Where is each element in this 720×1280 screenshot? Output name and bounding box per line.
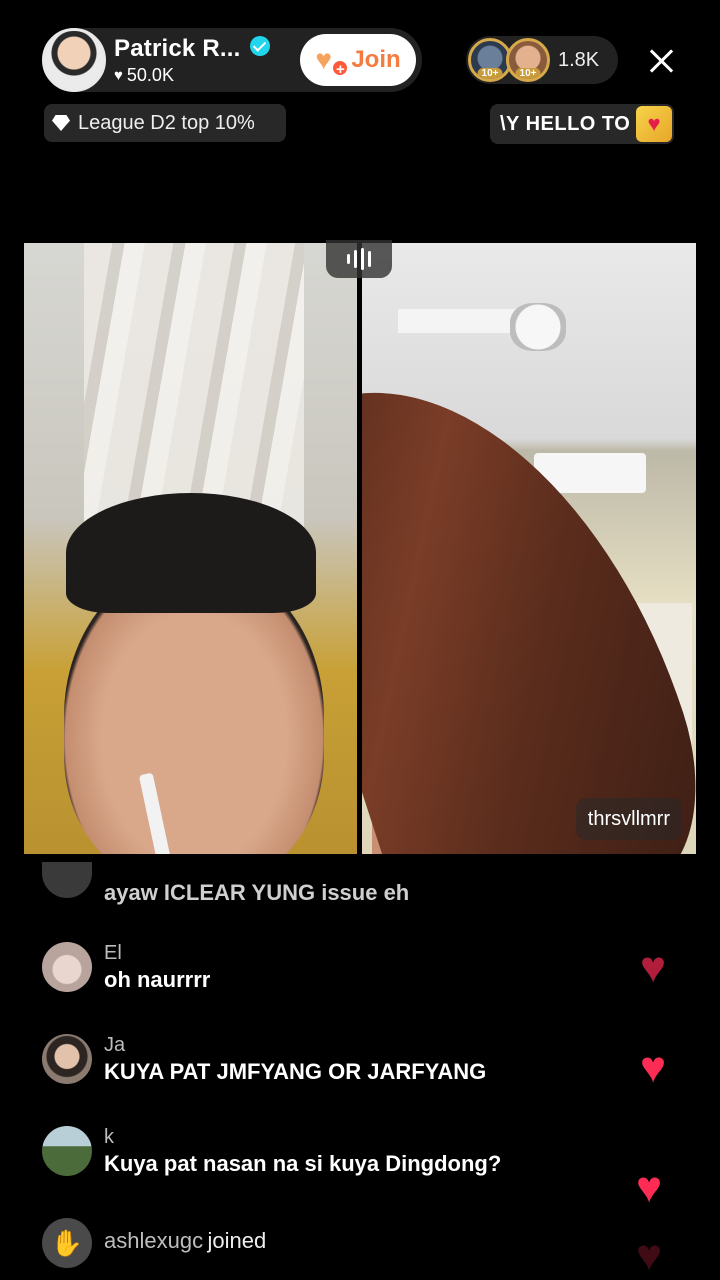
join-button[interactable]: ♥ + Join — [300, 34, 416, 86]
host-likes-count: 50.0K — [126, 64, 174, 85]
viewer-group[interactable]: 10+ 10+ 1.8K — [466, 36, 618, 84]
join-label: Join — [351, 46, 401, 73]
host-info-pill[interactable]: Patrick R... ♥ 50.0K ♥ + Join — [42, 28, 422, 92]
chat-text: Kuya pat nasan na si kuya Dingdong? — [104, 1151, 502, 1176]
heart-icon: ♥ — [114, 66, 123, 84]
viewer-rank-badge: 10+ — [477, 68, 503, 79]
chat-avatar[interactable] — [42, 1034, 92, 1084]
chat-message[interactable]: ayaw ICLEAR YUNG issue eh — [42, 862, 409, 906]
chat-body: Ja KUYA PAT JMFYANG OR JARFYANG — [104, 1034, 486, 1085]
gift-banner-text: \Y HELLO TO ! — [500, 112, 644, 135]
guest-video-panel[interactable]: thrsvllmrr — [362, 243, 696, 854]
chat-avatar[interactable] — [42, 942, 92, 992]
host-avatar[interactable] — [42, 28, 106, 92]
chat-username[interactable]: k — [104, 1126, 501, 1149]
chat-text: ayaw ICLEAR YUNG issue eh — [104, 880, 410, 905]
top-viewer-avatar[interactable]: 10+ — [506, 38, 550, 82]
gift-box-icon: ♥ — [636, 106, 672, 142]
guest-name-tag[interactable]: thrsvllmrr — [575, 798, 682, 840]
chat-text: joined — [207, 1228, 267, 1253]
wave-hand-icon: ✋ — [42, 1218, 92, 1268]
heart-icon[interactable]: ♥ — [640, 1046, 666, 1090]
ceiling-fan — [510, 303, 566, 351]
host-hair — [66, 493, 316, 613]
chat-join-notice[interactable]: ✋ ashlexugc joined — [42, 1218, 266, 1268]
host-video-panel[interactable] — [24, 243, 357, 854]
chat-username[interactable]: Ja — [104, 1034, 486, 1057]
chat-avatar[interactable] — [42, 1126, 92, 1176]
heart-icon[interactable]: ♥ — [636, 1234, 662, 1278]
chat-text: KUYA PAT JMFYANG OR JARFYANG — [104, 1059, 487, 1084]
heart-plus-icon: ♥ + — [315, 46, 350, 78]
chat-feed[interactable]: ayaw ICLEAR YUNG issue eh El oh naurrrr … — [0, 862, 720, 1280]
chat-message[interactable]: k Kuya pat nasan na si kuya Dingdong? — [42, 1126, 501, 1177]
gift-banner[interactable]: \Y HELLO TO ! ♥ — [490, 104, 674, 144]
chat-avatar[interactable] — [42, 862, 92, 898]
chat-message[interactable]: El oh naurrrr — [42, 942, 210, 993]
host-meta: Patrick R... ♥ 50.0K — [114, 34, 271, 86]
heart-icon[interactable]: ♥ — [640, 946, 666, 990]
fan-blade — [398, 309, 528, 333]
chat-username[interactable]: El — [104, 942, 210, 965]
host-name-row: Patrick R... — [114, 34, 271, 63]
heart-icon[interactable]: ♥ — [636, 1166, 662, 1210]
league-badge[interactable]: League D2 top 10% — [44, 104, 286, 142]
host-likes-row: ♥ 50.0K — [114, 65, 270, 86]
host-name: Patrick R... — [114, 34, 241, 62]
close-icon[interactable] — [638, 38, 684, 84]
chat-body: k Kuya pat nasan na si kuya Dingdong? — [104, 1126, 501, 1177]
viewer-rank-badge: 10+ — [515, 68, 541, 79]
chat-body: ashlexugc joined — [104, 1228, 266, 1268]
viewer-count: 1.8K — [558, 49, 600, 71]
chat-body: ayaw ICLEAR YUNG issue eh — [104, 866, 409, 906]
chat-username[interactable]: ashlexugc — [104, 1228, 203, 1253]
split-handle-icon[interactable] — [326, 240, 392, 278]
diamond-icon — [52, 115, 70, 131]
verified-check-icon — [250, 35, 271, 56]
chat-text: oh naurrrr — [104, 967, 211, 992]
guest-hair — [362, 325, 696, 854]
chat-message[interactable]: Ja KUYA PAT JMFYANG OR JARFYANG — [42, 1034, 486, 1085]
chat-body: El oh naurrrr — [104, 942, 210, 993]
league-text: League D2 top 10% — [78, 111, 255, 134]
